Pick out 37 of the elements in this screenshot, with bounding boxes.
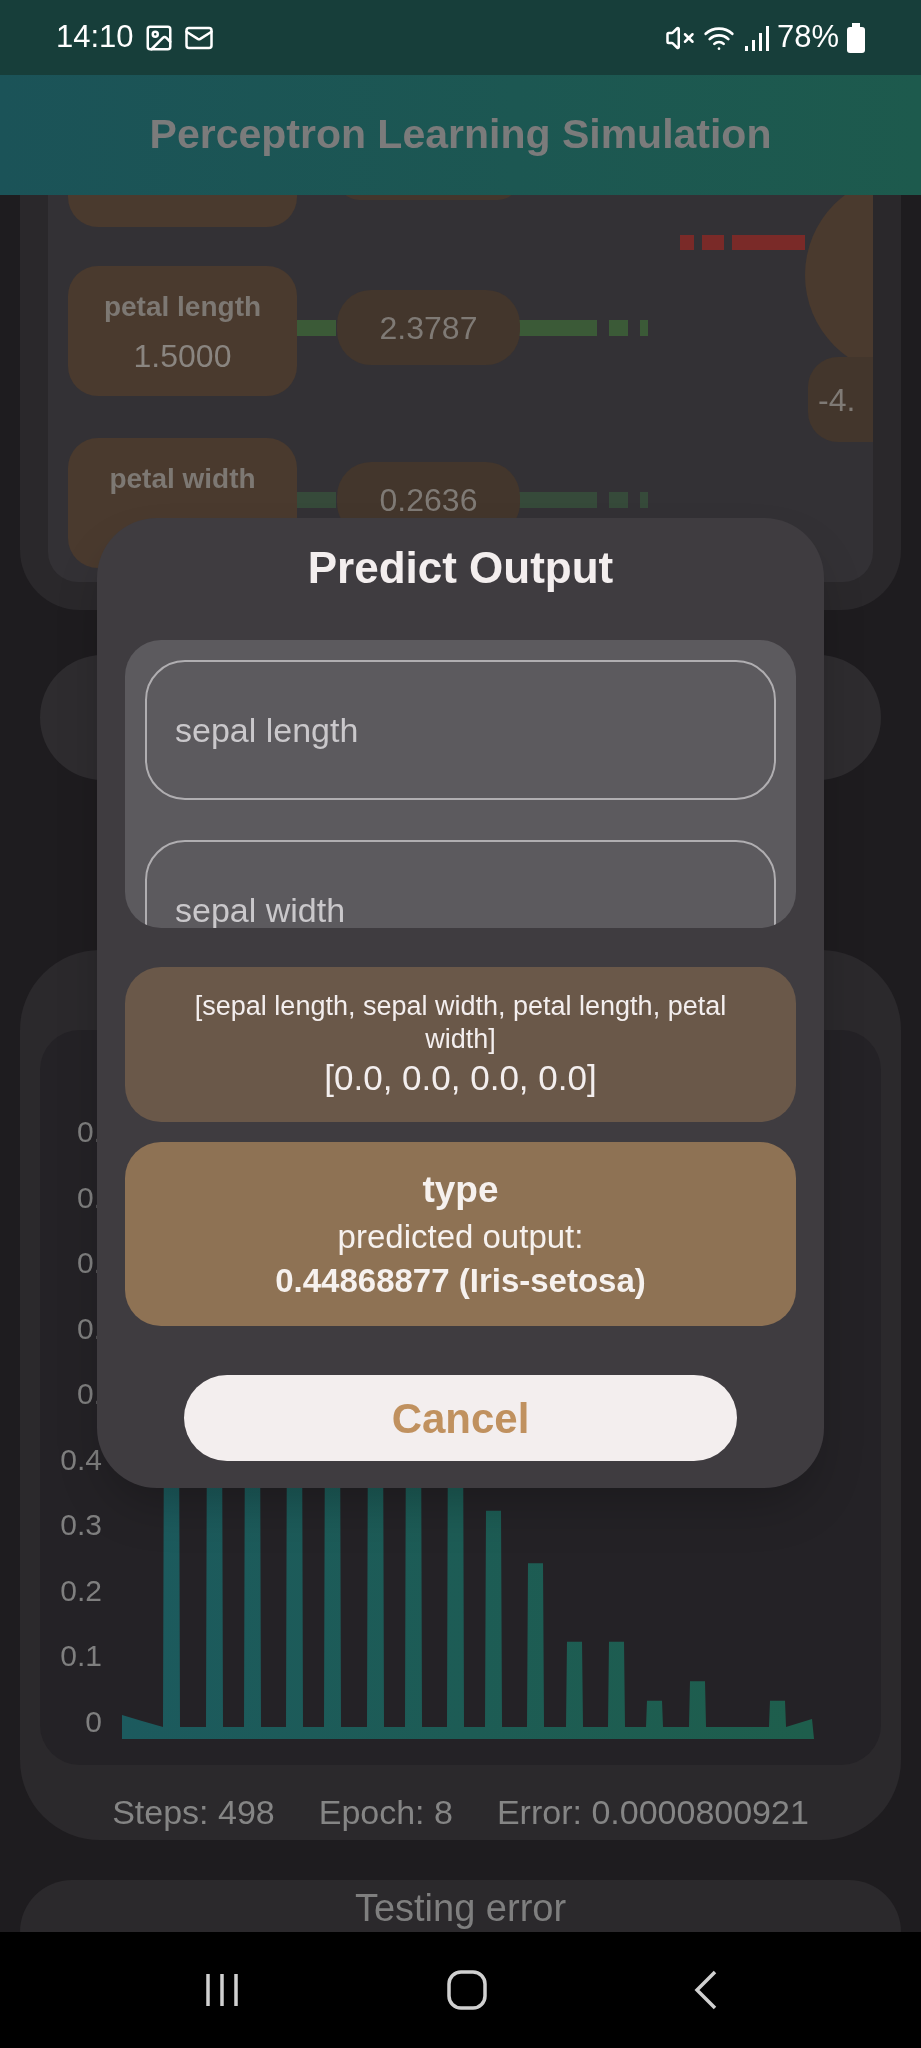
axis-label: 0.3 [60,1508,102,1542]
axis-label: 0. [76,1115,102,1149]
weight-value: 2.3787 [379,308,478,348]
feature-label: petal width [109,462,256,496]
feature-names: [sepal length, sepal width, petal length, petal width] [193,989,728,1056]
feature-label: petal length [103,290,262,324]
axis-label: 0.4 [60,1442,102,1477]
axis-label: 0. [76,1246,102,1280]
bias-value: -4. [818,380,856,420]
feature-value: 1.5000 [133,337,232,376]
dialog-title: Predict Output [307,542,614,594]
axis-label: 0 [85,1704,102,1739]
cancel-button[interactable]: Cancel [184,1375,737,1461]
result-title: type [422,1168,499,1212]
home-icon[interactable] [446,1970,487,2010]
axis-label: 0. [76,1311,102,1346]
input-field[interactable]: sepal width [145,840,776,928]
epoch-count: Epoch: 8 [318,1792,453,1833]
app-title: Perceptron Learning Simulation [149,110,772,160]
result-value: 0.44868877 (Iris-setosa) [275,1261,646,1301]
axis-label: 0. [76,1377,102,1411]
battery-icon [847,22,865,53]
axis-label: 0. [76,1180,102,1215]
input-vector: [0.0, 0.0, 0.0, 0.0] [324,1056,597,1099]
axis-label: 0.1 [60,1639,102,1673]
steps-count: Steps: 498 [112,1792,275,1833]
clock: 14:10 [56,18,134,57]
input-field[interactable]: sepal length [145,660,776,800]
testing-title: Testing error [354,1886,567,1931]
battery-level: 78% [776,18,839,57]
back-icon[interactable] [693,1970,718,2010]
signal-icon [742,23,769,52]
recents-icon[interactable] [203,1972,240,2008]
error-value: Error: 0.0000800921 [496,1792,809,1833]
axis-label: 0.2 [60,1573,102,1608]
weight-value: 0.2636 [379,480,478,520]
result-label: predicted output: [337,1217,584,1257]
